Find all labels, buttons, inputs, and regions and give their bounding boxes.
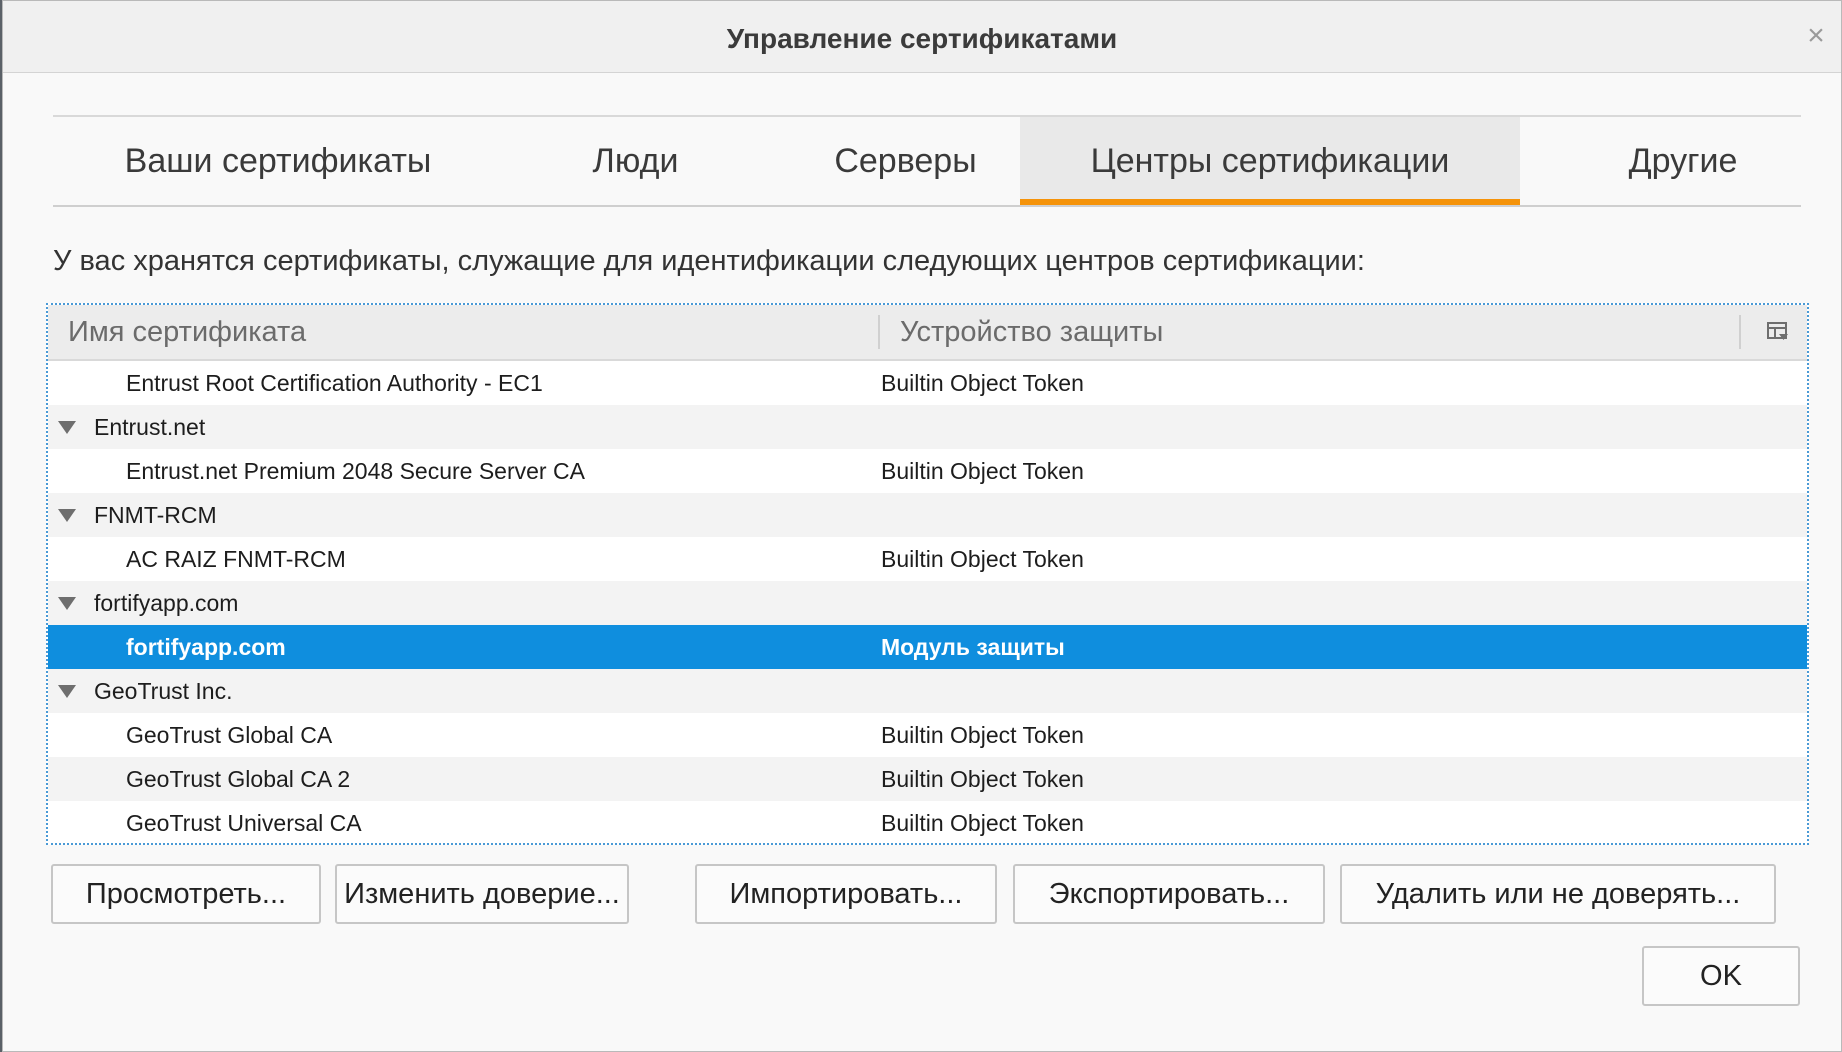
table-row[interactable]: Entrust.net Premium 2048 Secure Server C…	[48, 449, 1807, 493]
cell-security-device: Builtin Object Token	[881, 458, 1084, 484]
cell-certificate-name: Entrust.net Premium 2048 Secure Server C…	[126, 458, 585, 484]
table-row[interactable]: fortifyapp.com Модуль защиты	[48, 625, 1807, 669]
tab-your-certificates[interactable]: Ваши сертификаты	[113, 117, 443, 205]
description-text: У вас хранятся сертификаты, служащие для…	[53, 245, 1365, 277]
table-row[interactable]: AC RAIZ FNMT-RCM Builtin Object Token	[48, 537, 1807, 581]
table-row[interactable]: GeoTrust Global CA 2 Builtin Object Token	[48, 757, 1807, 801]
twisty-open-icon[interactable]	[58, 685, 76, 698]
cell-security-device: Builtin Object Token	[881, 546, 1084, 572]
tab-servers[interactable]: Серверы	[798, 117, 1013, 205]
edit-trust-button[interactable]: Изменить доверие...	[335, 864, 629, 924]
cell-certificate-name: FNMT-RCM	[94, 502, 217, 528]
table-row[interactable]: GeoTrust Global CA Builtin Object Token	[48, 713, 1807, 757]
column-header-device[interactable]: Устройство защиты	[880, 305, 1780, 359]
tree-group-row[interactable]: Entrust.net	[48, 405, 1807, 449]
cell-security-device: Модуль защиты	[881, 634, 1065, 660]
cell-certificate-name: Entrust Root Certification Authority - E…	[126, 370, 543, 396]
cell-certificate-name: AC RAIZ FNMT-RCM	[126, 546, 346, 572]
title-bar: Управление сертификатами ×	[3, 1, 1841, 73]
certificate-manager-window: Управление сертификатами × Ваши сертифик…	[2, 0, 1842, 1052]
tree-group-row[interactable]: FNMT-RCM	[48, 493, 1807, 537]
cell-certificate-name: GeoTrust Global CA 2	[126, 766, 351, 792]
tab-others[interactable]: Другие	[1573, 117, 1793, 205]
column-separator[interactable]	[1739, 315, 1741, 349]
close-icon[interactable]: ×	[1801, 21, 1831, 51]
certificate-tree[interactable]: Имя сертификата Устройство защиты Entrus…	[46, 303, 1809, 845]
window-title: Управление сертификатами	[726, 23, 1118, 54]
twisty-open-icon[interactable]	[58, 421, 76, 434]
tree-group-row[interactable]: GeoTrust Inc.	[48, 669, 1807, 713]
column-header-name[interactable]: Имя сертификата	[48, 305, 878, 359]
import-button[interactable]: Импортировать...	[695, 864, 997, 924]
cell-security-device: Builtin Object Token	[881, 810, 1084, 836]
twisty-open-icon[interactable]	[58, 597, 76, 610]
table-row[interactable]: Entrust Root Certification Authority - E…	[48, 361, 1807, 405]
column-picker-icon[interactable]	[1767, 321, 1789, 343]
cell-security-device: Builtin Object Token	[881, 370, 1084, 396]
tab-authorities[interactable]: Центры сертификации	[1020, 117, 1520, 205]
tree-rows: Entrust Root Certification Authority - E…	[48, 361, 1807, 843]
twisty-open-icon[interactable]	[58, 509, 76, 522]
view-button[interactable]: Просмотреть...	[51, 864, 321, 924]
cell-certificate-name: fortifyapp.com	[94, 590, 239, 616]
tree-group-row[interactable]: fortifyapp.com	[48, 581, 1807, 625]
cell-security-device: Builtin Object Token	[881, 722, 1084, 748]
tree-header: Имя сертификата Устройство защиты	[48, 305, 1807, 361]
table-row[interactable]: GeoTrust Universal CA Builtin Object Toke…	[48, 801, 1807, 843]
cell-certificate-name: Entrust.net	[94, 414, 206, 440]
cell-certificate-name: GeoTrust Universal CA	[126, 810, 362, 836]
cell-certificate-name: fortifyapp.com	[126, 634, 286, 660]
tab-people[interactable]: Люди	[563, 117, 708, 205]
cell-certificate-name: GeoTrust Global CA	[126, 722, 333, 748]
delete-or-distrust-button[interactable]: Удалить или не доверять...	[1340, 864, 1776, 924]
cell-certificate-name: GeoTrust Inc.	[94, 678, 233, 704]
cell-security-device: Builtin Object Token	[881, 766, 1084, 792]
export-button[interactable]: Экспортировать...	[1013, 864, 1325, 924]
ok-button[interactable]: OK	[1642, 946, 1800, 1006]
tab-bar: Ваши сертификаты Люди Серверы Центры сер…	[53, 115, 1801, 207]
